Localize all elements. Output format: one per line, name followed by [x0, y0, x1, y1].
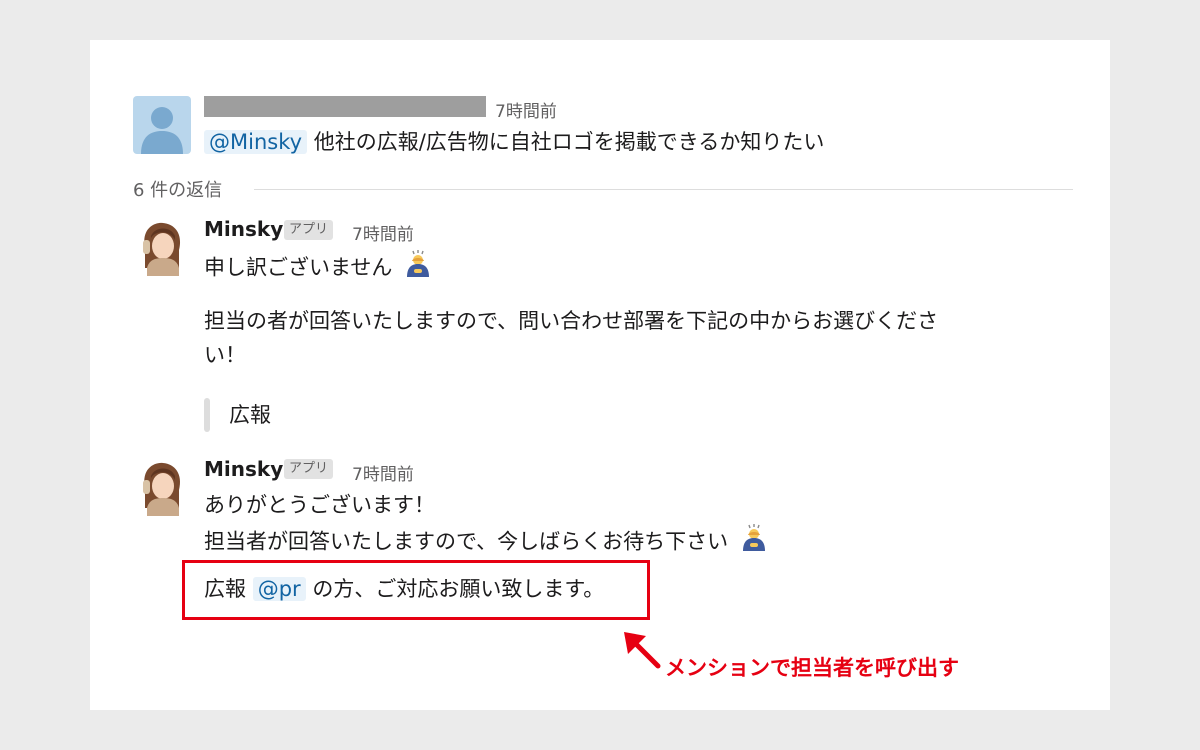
redacted-username: [204, 96, 486, 117]
reply-line: 申し訳ございません: [204, 249, 433, 288]
mention-minsky[interactable]: @Minsky: [204, 130, 308, 154]
reply-timestamp[interactable]: 7時間前: [352, 460, 414, 485]
thread-panel: 7時間前 @Minsky 他社の広報/広告物に自社ロゴを掲載できるか知りたい 6…: [90, 40, 1110, 710]
quote-bar: [204, 398, 210, 432]
reply-author-name[interactable]: Minsky: [204, 217, 283, 241]
bowing-person-emoji-icon: [739, 523, 769, 562]
highlight-box: [182, 560, 650, 620]
bowing-person-emoji-icon: [403, 249, 433, 288]
reply-line: 担当者が回答いたしますので、今しばらくお待ち下さい: [204, 523, 769, 562]
reply-text: 申し訳ございません: [204, 255, 393, 280]
app-badge: アプリ: [284, 220, 334, 240]
reply-timestamp[interactable]: 7時間前: [352, 220, 414, 245]
user-avatar-icon[interactable]: [133, 96, 191, 154]
arrow-icon: [624, 632, 661, 669]
quote-text: 広報: [229, 403, 271, 427]
reply-text: 担当者が回答いたしますので、今しばらくお待ち下さい: [204, 529, 729, 554]
app-badge: アプリ: [284, 459, 334, 479]
parent-message: @Minsky 他社の広報/広告物に自社ロゴを掲載できるか知りたい: [204, 126, 824, 158]
reply-text: ありがとうございます！: [204, 493, 435, 517]
reply-text: い！: [204, 343, 246, 367]
replies-divider: [254, 189, 1073, 190]
minsky-avatar[interactable]: [133, 218, 191, 276]
parent-timestamp[interactable]: 7時間前: [495, 97, 557, 122]
annotation-label: メンションで担当者を呼び出す: [665, 656, 959, 680]
minsky-avatar[interactable]: [133, 458, 191, 516]
replies-count: 6 件の返信: [133, 180, 223, 201]
reply-author-name[interactable]: Minsky: [204, 457, 283, 481]
reply-text: 担当の者が回答いたしますので、問い合わせ部署を下記の中からお選びくださ: [204, 309, 939, 333]
parent-message-text: 他社の広報/広告物に自社ロゴを掲載できるか知りたい: [313, 130, 825, 154]
